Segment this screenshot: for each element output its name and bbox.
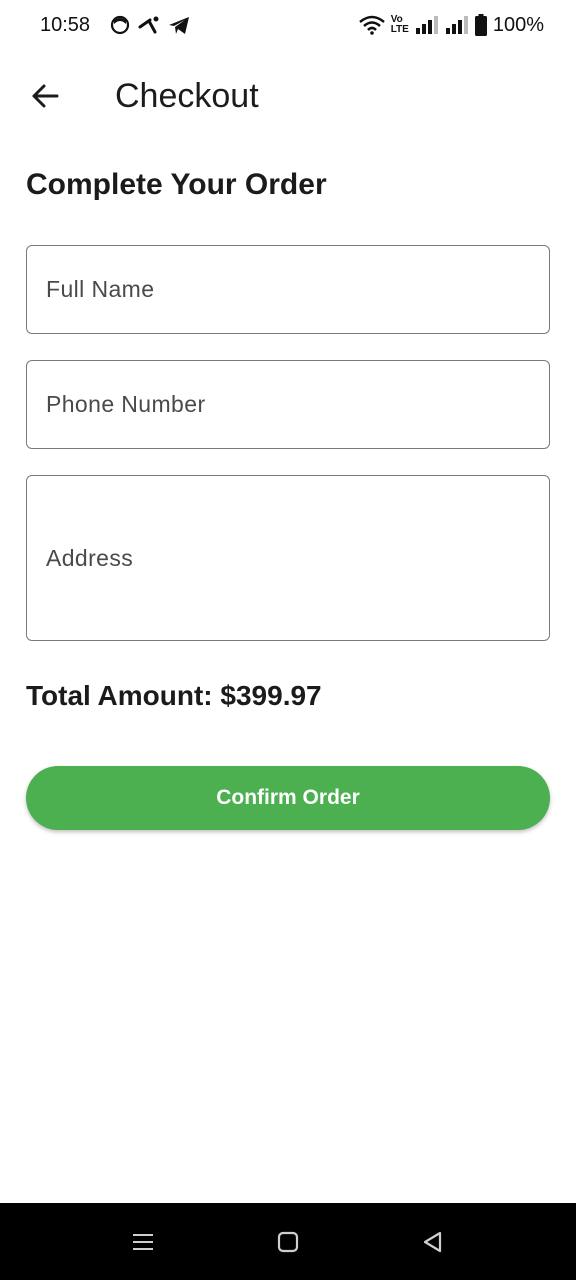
- battery-icon: [474, 14, 487, 36]
- phone-number-field[interactable]: Phone Number: [26, 360, 550, 449]
- status-time: 10:58: [40, 13, 91, 36]
- cross-notification-icon: [138, 16, 159, 34]
- back-triangle-icon: [424, 1231, 442, 1252]
- app-bar: Checkout: [0, 58, 576, 134]
- full-name-placeholder: Full Name: [46, 276, 155, 302]
- status-right: Vo LTE 100%: [358, 13, 544, 37]
- status-left: 10:58: [40, 14, 190, 37]
- signal-icon: [415, 16, 438, 34]
- total-amount: Total Amount: $399.97: [26, 680, 322, 711]
- menu-icon: [132, 1233, 153, 1250]
- volte-bottom-label: LTE: [390, 24, 409, 35]
- battery-percent: 100%: [492, 13, 544, 36]
- face-notification-icon: [110, 15, 130, 35]
- home-button[interactable]: [258, 1212, 318, 1272]
- back-nav-button[interactable]: [403, 1212, 463, 1272]
- full-name-field[interactable]: Full Name: [26, 245, 550, 334]
- wifi-icon: [358, 15, 385, 35]
- phone-number-placeholder: Phone Number: [46, 391, 206, 417]
- system-nav-bar: [0, 1203, 576, 1280]
- checkout-screen: 10:58 Vo LTE 100% Checkout Complete Your…: [0, 0, 576, 1280]
- page-title: Checkout: [115, 76, 259, 115]
- address-placeholder: Address: [46, 544, 134, 571]
- volte-icon: Vo LTE: [391, 15, 409, 35]
- notification-icons: [110, 15, 190, 35]
- confirm-order-label: Confirm Order: [216, 786, 360, 809]
- telegram-icon: [169, 17, 190, 34]
- confirm-order-button[interactable]: Confirm Order: [26, 766, 550, 830]
- home-icon: [277, 1231, 299, 1252]
- form-heading: Complete Your Order: [26, 168, 327, 201]
- signal-icon: [445, 16, 468, 34]
- back-button[interactable]: [17, 68, 73, 124]
- status-bar: 10:58 Vo LTE 100%: [0, 0, 576, 50]
- address-field[interactable]: Address: [26, 475, 550, 641]
- arrow-left-icon: [32, 84, 59, 108]
- recent-apps-button[interactable]: [113, 1212, 173, 1272]
